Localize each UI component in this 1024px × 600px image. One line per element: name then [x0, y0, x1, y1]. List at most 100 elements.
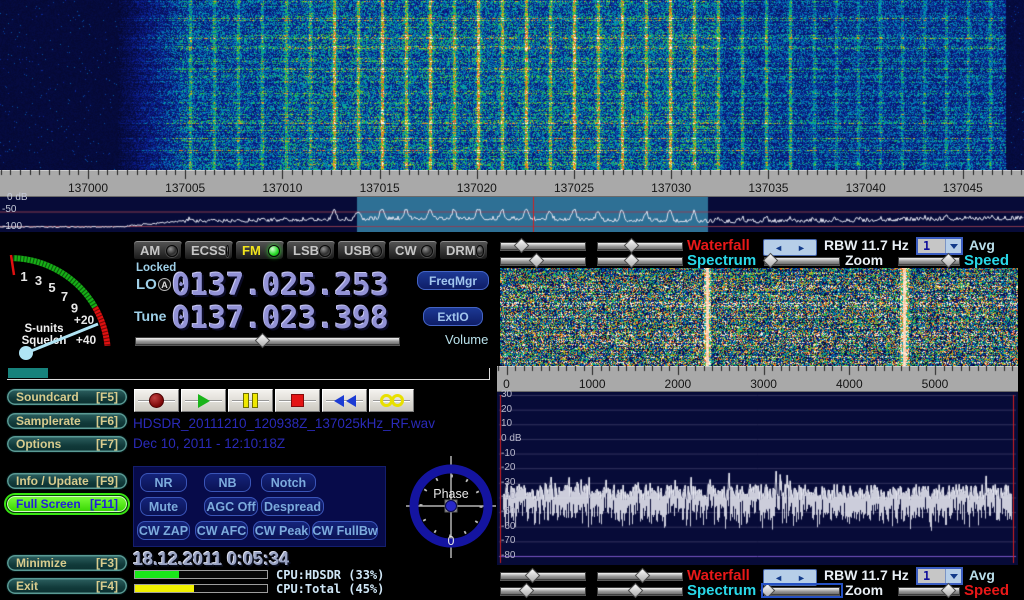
exit-button[interactable]: Exit[F4]	[6, 577, 128, 595]
button-hotkey: [F4]	[96, 579, 118, 593]
button-hotkey: [F9]	[96, 474, 118, 488]
nb-button[interactable]: NB	[204, 473, 251, 492]
avg-dropdown-value: 1	[918, 569, 945, 583]
s-meter[interactable]: 1 3 5 7 9 +20 +40 S-units Squelch	[0, 238, 130, 370]
audio-zoom-slider[interactable]	[764, 585, 840, 596]
mode-button-fm[interactable]: FM	[235, 240, 285, 261]
soundcard-button[interactable]: Soundcard[F5]	[6, 388, 128, 406]
info-update-button[interactable]: Info / Update [F9]	[6, 472, 128, 490]
dsp-label: Mute	[149, 500, 178, 514]
dropdown-arrow-icon[interactable]	[945, 569, 961, 583]
waterfall-contrast-slider[interactable]	[597, 240, 683, 251]
samplerate-button[interactable]: Samplerate[F6]	[6, 412, 128, 430]
audio-avg-dropdown[interactable]: 1	[916, 567, 963, 585]
spectrum-section-label[interactable]: Spectrum	[687, 252, 756, 269]
speed-slider[interactable]	[898, 255, 960, 266]
audio-rbw-readout: RBW 11.7 Hz	[824, 567, 909, 583]
main-waterfall-display[interactable]	[0, 0, 1024, 170]
audio-frequency-axis[interactable]: 0 1000 2000 3000 4000 5000	[497, 366, 1018, 392]
cw-peak-button[interactable]: CW Peak	[253, 521, 310, 540]
zoom-slider[interactable]	[764, 255, 840, 266]
agc-button[interactable]: AGC Off	[204, 497, 258, 516]
audio-spectrum-contrast-slider[interactable]	[597, 585, 683, 596]
audio-waterfall-contrast-slider[interactable]	[597, 570, 683, 581]
button-hotkey: [F11]	[90, 497, 118, 511]
loop-button[interactable]	[369, 389, 414, 412]
tune-frequency-value[interactable]: 0137.023.398	[172, 301, 389, 336]
spin-right-icon[interactable]: ►	[797, 243, 806, 253]
audio-spectrum-display[interactable]: 30 20 10 0 dB -10 -20 -30 -40 -50 -60 -7…	[497, 392, 1018, 565]
audio-speed-slider[interactable]	[898, 585, 960, 596]
mode-button-am[interactable]: AM	[133, 240, 183, 261]
volume-slider[interactable]	[135, 335, 400, 346]
mode-label: LSB	[293, 243, 319, 258]
main-spectrum-db-label: -50	[2, 204, 16, 215]
cpu-hdsdr-fill	[135, 571, 179, 578]
spectrum-brightness-slider[interactable]	[500, 255, 586, 266]
cw-afc-button[interactable]: CW AFC	[195, 521, 248, 540]
phase-knob[interactable]	[446, 501, 457, 512]
main-spectrum-display[interactable]	[0, 197, 1024, 232]
waterfall-brightness-slider[interactable]	[500, 240, 586, 251]
cpu-hdsdr-bar	[134, 570, 268, 579]
lo-auto-badge-icon[interactable]: A	[158, 278, 171, 291]
mode-button-drm[interactable]: DRM	[439, 240, 489, 261]
pause-button[interactable]	[228, 389, 273, 412]
mode-button-lsb[interactable]: LSB	[286, 240, 336, 261]
lo-frequency-value[interactable]: 0137.025.253	[172, 268, 389, 303]
audio-waterfall-display[interactable]	[500, 268, 1018, 366]
record-button[interactable]	[134, 389, 179, 412]
tune-label: Tune	[134, 308, 166, 324]
freq-tick-label: 5000	[922, 377, 949, 391]
dsp-label: CW AFC	[197, 524, 247, 538]
db-tick-label: -60	[501, 521, 515, 532]
avg-dropdown[interactable]: 1	[916, 237, 963, 255]
fullscreen-button[interactable]: Full Screen[F11]	[6, 495, 128, 513]
spectrum-contrast-slider[interactable]	[597, 255, 683, 266]
audio-spectrum-section-label[interactable]: Spectrum	[687, 582, 756, 599]
nr-button[interactable]: NR	[140, 473, 187, 492]
play-icon	[198, 394, 210, 408]
cw-fullbw-button[interactable]: CW FullBw	[312, 521, 378, 540]
cw-zap-button[interactable]: CW ZAP	[137, 521, 190, 540]
smeter-tick-label: +40	[76, 333, 97, 347]
freq-tick-label: 137035	[748, 181, 788, 195]
button-hotkey: [F7]	[96, 437, 118, 451]
button-label: Minimize	[16, 556, 67, 570]
phase-dial[interactable]: Phase 0	[406, 456, 496, 558]
slider-thumb[interactable]	[255, 333, 271, 349]
extio-button[interactable]: ExtIO	[423, 307, 483, 326]
stop-icon	[291, 394, 304, 407]
main-frequency-axis[interactable]: 137000 137005 137010 137015 137020 13702…	[0, 170, 1024, 197]
button-label: Info / Update	[16, 474, 89, 488]
rewind-button[interactable]	[322, 389, 367, 412]
freq-tick-label: 3000	[750, 377, 777, 391]
record-icon	[149, 393, 164, 408]
stop-button[interactable]	[275, 389, 320, 412]
audio-waterfall-brightness-slider[interactable]	[500, 570, 586, 581]
spin-left-icon[interactable]: ◄	[774, 243, 783, 253]
options-button[interactable]: Options[F7]	[6, 435, 128, 453]
db-tick-label: -70	[501, 535, 515, 546]
mode-label: AM	[140, 243, 160, 258]
mode-button-cw[interactable]: CW	[388, 240, 438, 261]
dropdown-arrow-icon[interactable]	[945, 239, 961, 253]
loop-icon	[380, 394, 404, 407]
despread-button[interactable]: Despread	[261, 497, 324, 516]
spin-right-icon[interactable]: ►	[797, 573, 806, 583]
minimize-button[interactable]: Minimize[F3]	[6, 554, 128, 572]
zoom-label: Zoom	[845, 252, 883, 268]
play-button[interactable]	[181, 389, 226, 412]
mode-button-ecss[interactable]: ECSS	[184, 240, 234, 261]
phase-label: Phase	[433, 487, 468, 501]
notch-button[interactable]: Notch	[261, 473, 316, 492]
mode-button-usb[interactable]: USB	[337, 240, 387, 261]
freqmgr-button[interactable]: FreqMgr	[417, 271, 489, 290]
db-tick-label: -50	[501, 506, 515, 517]
cpu-total-fill	[135, 585, 194, 592]
spin-left-icon[interactable]: ◄	[774, 573, 783, 583]
mute-button[interactable]: Mute	[140, 497, 187, 516]
squelch-indicator[interactable]	[8, 368, 48, 378]
audio-spectrum-brightness-slider[interactable]	[500, 585, 586, 596]
freq-tick-label: 137015	[360, 181, 400, 195]
